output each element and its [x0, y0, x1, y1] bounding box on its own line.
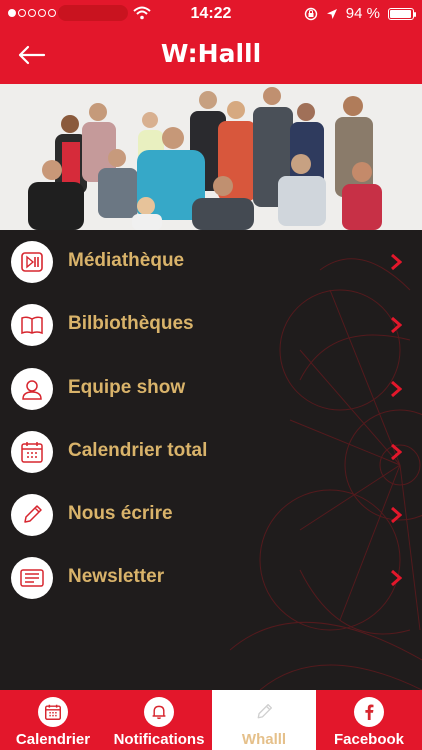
menu-item-calendrier-total[interactable]: Calendrier total — [0, 420, 422, 484]
team-photo — [0, 84, 422, 230]
book-icon — [11, 304, 53, 346]
tab-label: Calendrier — [15, 731, 91, 748]
calendar-icon — [11, 431, 53, 473]
team-photo-illustration — [0, 84, 422, 230]
tab-label: Facebook — [333, 731, 405, 748]
bell-icon — [144, 697, 174, 727]
menu-item-mediatheque[interactable]: Médiathèque — [0, 230, 422, 294]
menu-item-label: Newsletter — [68, 566, 165, 587]
menu-item-label: Médiathèque — [68, 250, 185, 271]
tab-facebook[interactable]: Facebook — [316, 690, 422, 750]
facebook-icon — [354, 697, 384, 727]
tab-calendrier[interactable]: Calendrier — [0, 690, 106, 750]
chevron-right-icon — [391, 380, 402, 398]
pencil-icon — [11, 494, 53, 536]
menu-item-nous-ecrire[interactable]: Nous écrire — [0, 483, 422, 547]
menu-item-newsletter[interactable]: Newsletter — [0, 546, 422, 610]
battery-percent: 94 % — [345, 5, 380, 22]
main-menu: Médiathèque Bilbiothèques Equipe show Ca… — [0, 230, 422, 690]
chevron-right-icon — [391, 569, 402, 587]
rotation-lock-icon — [304, 7, 317, 20]
bottom-tab-bar: Calendrier Notifications Whalll Facebook — [0, 690, 422, 750]
app-logo: W:Halll — [160, 39, 262, 68]
menu-item-bibliotheques[interactable]: Bilbiothèques — [0, 293, 422, 357]
location-arrow-icon — [326, 8, 337, 19]
menu-item-label: Equipe show — [68, 377, 186, 398]
menu-item-label: Calendrier total — [68, 440, 208, 461]
menu-item-label: Bilbiothèques — [68, 313, 194, 334]
person-icon — [11, 368, 53, 410]
play-pause-icon — [11, 241, 53, 283]
pencil-icon — [249, 697, 279, 727]
calendar-icon — [38, 697, 68, 727]
status-bar: 14:22 94 % — [0, 0, 422, 28]
tab-label: Notifications — [113, 731, 205, 748]
tab-label: Whalll — [241, 731, 287, 748]
app-header: W:Halll — [0, 28, 422, 84]
tab-notifications[interactable]: Notifications — [106, 690, 212, 750]
chevron-right-icon — [391, 316, 402, 334]
tab-whalll[interactable]: Whalll — [212, 690, 316, 750]
chevron-right-icon — [391, 443, 402, 461]
menu-item-label: Nous écrire — [68, 503, 173, 524]
chevron-right-icon — [391, 506, 402, 524]
chevron-right-icon — [391, 253, 402, 271]
newspaper-icon — [11, 557, 53, 599]
menu-item-equipe-show[interactable]: Equipe show — [0, 357, 422, 421]
battery-icon — [388, 7, 416, 20]
